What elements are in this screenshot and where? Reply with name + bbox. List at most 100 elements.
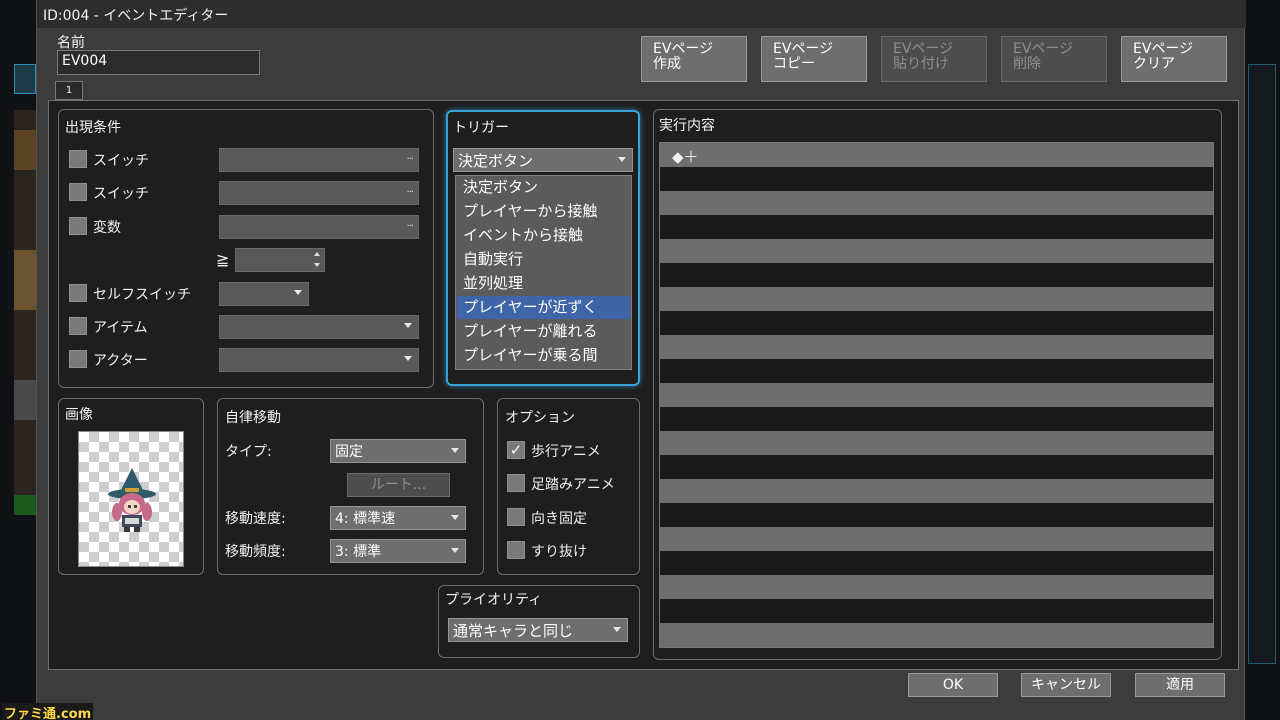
walk-anime-label: 歩行アニメ — [531, 444, 601, 460]
image-title: 画像 — [65, 407, 93, 423]
cancel-button[interactable]: キャンセル — [1021, 673, 1111, 697]
step-anime-label: 足踏みアニメ — [531, 477, 615, 493]
ev-page-paste-button[interactable]: EVページ 貼り付け — [881, 36, 987, 82]
character-image[interactable] — [78, 431, 184, 567]
command-row[interactable] — [660, 335, 1213, 359]
ev-page-copy-button[interactable]: EVページ コピー — [761, 36, 867, 82]
switch1-label: スイッチ — [93, 153, 149, 169]
self-switch-label: セルフスイッチ — [93, 287, 191, 303]
trigger-option[interactable]: 決定ボタン — [457, 176, 630, 199]
through-checkbox[interactable] — [507, 541, 525, 559]
command-insert-line[interactable]: ◆＋ — [672, 146, 699, 167]
spin-up-icon[interactable] — [314, 252, 320, 256]
command-row[interactable] — [660, 575, 1213, 599]
command-row[interactable] — [660, 431, 1213, 455]
chevron-down-icon — [451, 515, 459, 520]
trigger-dropdown-list: 決定ボタン プレイヤーから接触 イベントから接触 自動実行 並列処理 プレイヤー… — [455, 175, 632, 370]
command-row[interactable] — [660, 551, 1213, 575]
item-label: アイテム — [93, 320, 148, 336]
command-row[interactable] — [660, 479, 1213, 503]
command-list[interactable] — [659, 142, 1214, 648]
command-row[interactable] — [660, 407, 1213, 431]
character-sprite-icon — [108, 468, 156, 532]
trigger-option[interactable]: プレイヤーから接触 — [457, 200, 630, 223]
name-input[interactable]: EV004 — [57, 50, 260, 75]
movement-type-select[interactable]: 固定 — [330, 439, 466, 463]
chevron-down-icon — [613, 627, 621, 632]
command-row[interactable] — [660, 623, 1213, 647]
switch2-checkbox[interactable] — [69, 183, 87, 201]
trigger-option[interactable]: プレイヤーが乗る間 — [457, 344, 630, 367]
command-row[interactable] — [660, 215, 1213, 239]
ok-button[interactable]: OK — [908, 673, 998, 697]
command-row[interactable] — [660, 287, 1213, 311]
command-row[interactable] — [660, 383, 1213, 407]
actor-checkbox[interactable] — [69, 350, 87, 368]
movement-speed-value: 4: 標準速 — [335, 511, 396, 527]
variable-value-spinner[interactable] — [235, 248, 325, 272]
contents-title: 実行内容 — [659, 118, 715, 134]
self-switch-select[interactable] — [219, 282, 309, 306]
step-anime-checkbox[interactable] — [507, 474, 525, 492]
command-row[interactable] — [660, 239, 1213, 263]
command-row[interactable] — [660, 455, 1213, 479]
movement-type-value: 固定 — [335, 444, 363, 460]
self-switch-checkbox[interactable] — [69, 284, 87, 302]
movement-freq-label: 移動頻度: — [225, 544, 286, 560]
command-row[interactable] — [660, 167, 1213, 191]
trigger-title: トリガー — [453, 120, 509, 136]
title-bar[interactable]: ID:004 - イベントエディター — [37, 0, 1246, 28]
command-row[interactable] — [660, 263, 1213, 287]
through-label: すり抜け — [531, 544, 587, 560]
movement-freq-select[interactable]: 3: 標準 — [330, 539, 466, 563]
command-row[interactable] — [660, 143, 1213, 167]
chevron-down-icon — [451, 448, 459, 453]
compare-symbol: ≧ — [216, 250, 230, 269]
item-select[interactable] — [219, 315, 419, 339]
actor-label: アクター — [93, 353, 148, 369]
walk-anime-checkbox[interactable]: ✓ — [507, 441, 525, 459]
apply-button[interactable]: 適用 — [1135, 673, 1225, 697]
command-row[interactable] — [660, 527, 1213, 551]
ev-page-create-button[interactable]: EVページ 作成 — [641, 36, 747, 82]
switch2-field[interactable]: ... — [219, 181, 419, 205]
switch1-field[interactable]: ... — [219, 148, 419, 172]
command-row[interactable] — [660, 191, 1213, 215]
spin-down-icon[interactable] — [314, 263, 320, 267]
ev-page-clear-button[interactable]: EVページ クリア — [1121, 36, 1227, 82]
movement-speed-select[interactable]: 4: 標準速 — [330, 506, 466, 530]
priority-value: 通常キャラと同じ — [453, 622, 574, 640]
movement-speed-label: 移動速度: — [225, 511, 286, 527]
variable-label: 変数 — [93, 220, 121, 236]
route-button[interactable]: ルート... — [347, 473, 450, 497]
chevron-down-icon — [404, 323, 412, 328]
page-tab-1[interactable]: 1 — [55, 81, 83, 100]
trigger-option-highlighted[interactable]: プレイヤーが近ずく — [457, 296, 630, 319]
priority-select[interactable]: 通常キャラと同じ — [448, 618, 628, 642]
variable-dots: ... — [406, 218, 413, 229]
variable-checkbox[interactable] — [69, 217, 87, 235]
item-checkbox[interactable] — [69, 317, 87, 335]
direction-fix-checkbox[interactable] — [507, 508, 525, 526]
priority-title: プライオリティ — [445, 592, 543, 608]
variable-field[interactable]: ... — [219, 215, 419, 239]
switch1-checkbox[interactable] — [69, 150, 87, 168]
options-title: オプション — [505, 410, 575, 426]
chevron-down-icon — [451, 548, 459, 553]
command-row[interactable] — [660, 311, 1213, 335]
chevron-down-icon — [618, 157, 626, 162]
trigger-option[interactable]: イベントから接触 — [457, 224, 630, 247]
trigger-option[interactable]: プレイヤーが離れる — [457, 320, 630, 343]
ev-page-delete-button[interactable]: EVページ 削除 — [1001, 36, 1107, 82]
name-label: 名前 — [57, 35, 85, 51]
chevron-down-icon — [404, 356, 412, 361]
command-row[interactable] — [660, 503, 1213, 527]
command-row[interactable] — [660, 599, 1213, 623]
trigger-option[interactable]: 並列処理 — [457, 272, 630, 295]
trigger-select[interactable]: 決定ボタン — [453, 148, 633, 172]
actor-select[interactable] — [219, 348, 419, 372]
conditions-title: 出現条件 — [65, 120, 121, 136]
command-row[interactable] — [660, 359, 1213, 383]
switch1-dots: ... — [406, 151, 413, 162]
trigger-option[interactable]: 自動実行 — [457, 248, 630, 271]
